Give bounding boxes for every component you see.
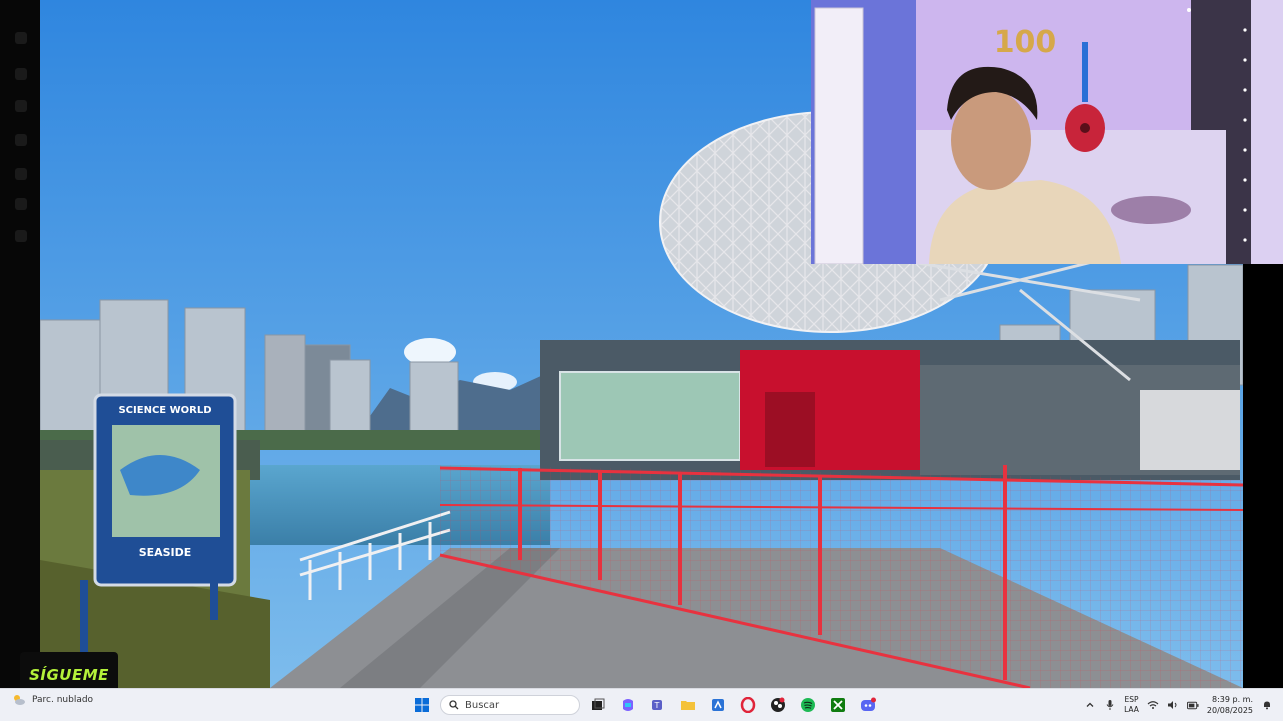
copilot-icon[interactable]	[616, 693, 640, 717]
taskbar-center: Buscar T	[410, 692, 880, 718]
webcam-overlay: 100	[811, 0, 1283, 264]
volume-icon[interactable]	[1167, 699, 1179, 711]
toolbar-ghost-icon	[15, 198, 27, 210]
language-top: ESP	[1124, 695, 1139, 704]
store-icon[interactable]	[706, 693, 730, 717]
partly-cloudy-icon	[14, 695, 25, 705]
balloon-number: 100	[994, 25, 1057, 60]
toolbar-ghost-icon	[15, 230, 27, 242]
notifications-icon[interactable]	[1261, 699, 1273, 711]
clock[interactable]: 8:39 p. m. 20/08/2025	[1207, 694, 1253, 716]
file-explorer-icon[interactable]	[676, 693, 700, 717]
svg-text:T: T	[654, 701, 660, 710]
windows-start-icon[interactable]	[410, 693, 434, 717]
system-tray: ESP LAA 8:39 p. m. 20/08/2025	[1084, 692, 1273, 718]
xbox-icon[interactable]	[826, 693, 850, 717]
language-bottom: LAA	[1124, 705, 1139, 714]
windows-taskbar: Parc. nublado Buscar T ESP LAA 8:39 p. m…	[0, 688, 1283, 721]
weather-widget[interactable]: Parc. nublado	[12, 693, 93, 707]
task-view-icon[interactable]	[586, 693, 610, 717]
search-placeholder: Buscar	[465, 699, 500, 711]
toolbar-ghost-icon	[15, 134, 27, 146]
battery-icon[interactable]	[1186, 699, 1199, 711]
clock-date: 20/08/2025	[1206, 706, 1253, 715]
microphone-icon[interactable]	[1104, 699, 1116, 711]
desktop-stage: SCIENCE WORLD SEASIDE 100 SÍGUEME	[0, 0, 1283, 698]
toolbar-ghost-icon	[15, 68, 27, 80]
discord-icon[interactable]	[856, 693, 880, 717]
dimmed-left-toolbar	[0, 0, 40, 688]
toolbar-ghost-icon	[15, 100, 27, 112]
language-indicator[interactable]: ESP LAA	[1124, 695, 1139, 715]
sign-caption: SEASIDE	[139, 546, 192, 559]
toolbar-ghost-icon	[15, 32, 27, 44]
sign-brand: SCIENCE WORLD	[118, 405, 211, 416]
follow-me-label: SÍGUEME	[29, 666, 109, 684]
teams-icon[interactable]: T	[646, 693, 670, 717]
taskbar-search[interactable]: Buscar	[440, 695, 580, 715]
wifi-icon[interactable]	[1147, 699, 1159, 711]
obs-icon[interactable]	[766, 693, 790, 717]
toolbar-ghost-icon	[15, 168, 27, 180]
spotify-icon[interactable]	[796, 693, 820, 717]
clock-time: 8:39 p. m.	[1211, 695, 1253, 704]
chevron-up-icon[interactable]	[1084, 699, 1096, 711]
opera-icon[interactable]	[736, 693, 760, 717]
weather-text: Parc. nublado	[32, 695, 94, 705]
search-icon	[449, 700, 459, 710]
